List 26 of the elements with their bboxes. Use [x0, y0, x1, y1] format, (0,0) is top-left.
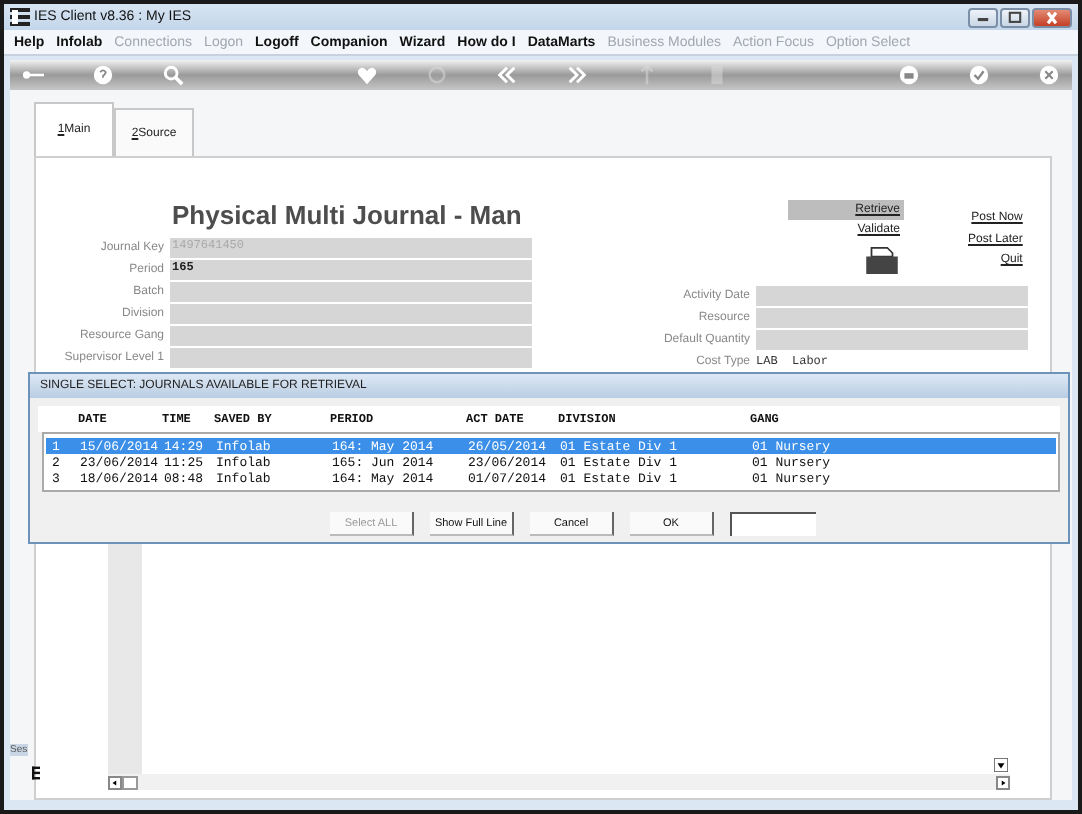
- help-icon[interactable]: [92, 64, 114, 86]
- scroll-right-icon[interactable]: [996, 775, 1010, 789]
- input-field[interactable]: [756, 330, 1028, 350]
- input-field[interactable]: [730, 512, 816, 536]
- horizontal-scrollbar[interactable]: [108, 774, 1010, 790]
- app-icon: [10, 8, 30, 26]
- double-left-icon[interactable]: [495, 64, 517, 86]
- heart-icon[interactable]: [355, 64, 377, 86]
- maximize-button[interactable]: [1000, 7, 1030, 27]
- input-field[interactable]: [756, 286, 1028, 306]
- close-button[interactable]: [1032, 7, 1072, 27]
- input-field[interactable]: [170, 348, 532, 368]
- input-field[interactable]: [170, 282, 532, 302]
- form-title: Physical Multi Journal - Man: [172, 200, 524, 230]
- search-icon[interactable]: [162, 64, 184, 86]
- minimize-button[interactable]: [968, 7, 998, 27]
- list-icon: [32, 766, 40, 780]
- scroll-thumb[interactable]: [122, 775, 138, 789]
- double-right-icon[interactable]: [565, 64, 587, 86]
- input-field[interactable]: [170, 304, 532, 324]
- close-icon[interactable]: [1038, 64, 1060, 86]
- input-field[interactable]: [756, 308, 1028, 328]
- check-icon[interactable]: [968, 64, 990, 86]
- input-field[interactable]: [170, 326, 532, 346]
- scroll-down-icon[interactable]: [994, 758, 1008, 772]
- scroll-left-icon[interactable]: [108, 775, 122, 789]
